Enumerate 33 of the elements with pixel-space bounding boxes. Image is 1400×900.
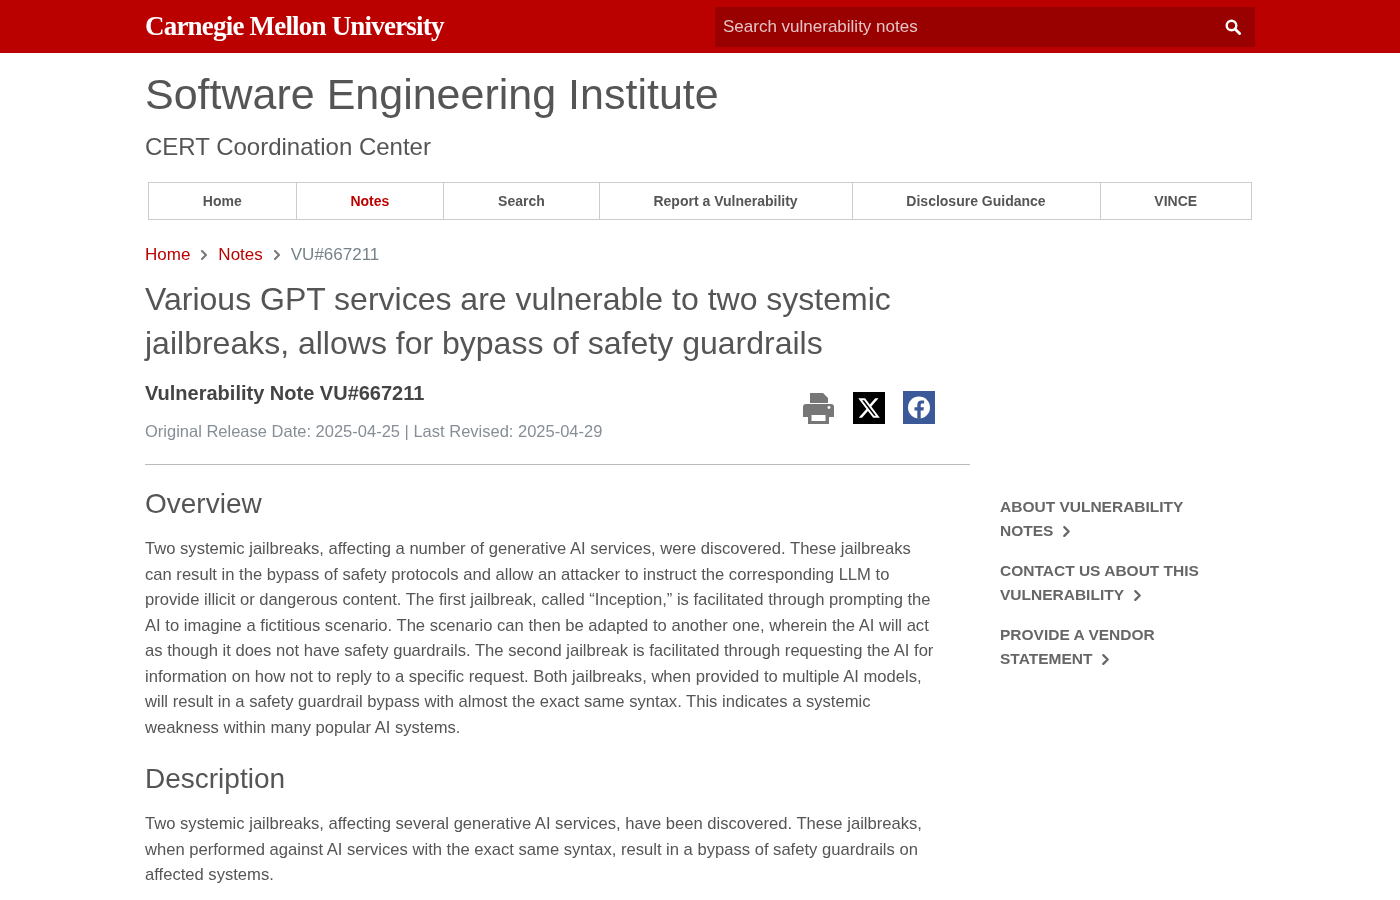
sidebar-link[interactable]: PROVIDE A VENDOR STATEMENT: [1000, 623, 1240, 672]
note-heading: Vulnerability Note VU#667211: [145, 381, 426, 406]
search-field[interactable]: Search vulnerability notes: [715, 6, 1210, 47]
search-icon: [1224, 18, 1241, 35]
breadcrumb-link[interactable]: Home: [145, 242, 191, 268]
chevron-icon: [1102, 654, 1110, 666]
release-dates: Original Release Date: 2025-04-25 | Last Revised: 2025-04-29: [145, 421, 603, 443]
nav-tab[interactable]: Home: [149, 183, 296, 220]
site-title: Software Engineering Institute: [145, 69, 720, 120]
nav-tab[interactable]: Disclosure Guidance: [851, 183, 1100, 220]
sidebar-link[interactable]: ABOUT VULNERABILITY NOTES: [1000, 495, 1240, 544]
search-button[interactable]: [1210, 6, 1255, 47]
sidebar-link[interactable]: CONTACT US ABOUT THIS VULNERABILITY: [1000, 559, 1240, 608]
nav-tab[interactable]: VINCE: [1099, 183, 1251, 220]
nav-tab[interactable]: Report a Vulnerability: [598, 183, 852, 220]
site-subtitle: CERT Coordination Center: [145, 132, 432, 162]
breadcrumb-link[interactable]: Notes: [218, 242, 263, 268]
chevron-icon: [1063, 526, 1071, 538]
chevron-icon: [201, 249, 208, 260]
chevron-icon: [273, 249, 280, 260]
chevron-icon: [1134, 590, 1141, 602]
x-logo-icon[interactable]: [853, 391, 885, 424]
printer-icon[interactable]: [802, 391, 835, 424]
section-heading: Overview: [145, 487, 263, 522]
nav-tab[interactable]: Notes: [295, 183, 444, 220]
university-logo[interactable]: Carnegie Mellon University: [145, 13, 444, 40]
breadcrumb-current: VU#667211: [290, 244, 380, 267]
note-title: Various GPT services are vulnerable to two systemic jailbreaks, allows for bypass of safety guardrails: [145, 280, 892, 364]
paragraph: Two systemic jailbreaks, affecting several generative AI services, have been discovered. These jailbreaks, when performed against AI services with the exact same syntax, result in a bypass of safety guardrails on affected systems.: [145, 813, 923, 887]
facebook-icon[interactable]: [903, 391, 935, 425]
nav-tab[interactable]: Search: [443, 183, 599, 220]
paragraph: Two systemic jailbreaks, affecting a number of generative AI services, were discovered. These jailbreaks can result in the bypass of safety protocols and allow an attacker to instruct the corresponding LLM to provide illicit or dangerous content. The first jailbreak, called “Inception,” is facilitated through prompting the AI to imagine a fictitious scenario. The scenario can then be adapted to another one, wherein the AI will act as though it does not have safety guardrails. The second jailbreak is facilitated through requesting the AI for information on how not to reply to a specific request. Both jailbreaks, when provided to multiple AI models, will result in a safety guardrail bypass with almost the exact same syntax. This indicates a systemic weakness within many popular AI systems.: [145, 538, 935, 739]
section-heading: Description: [145, 762, 287, 797]
